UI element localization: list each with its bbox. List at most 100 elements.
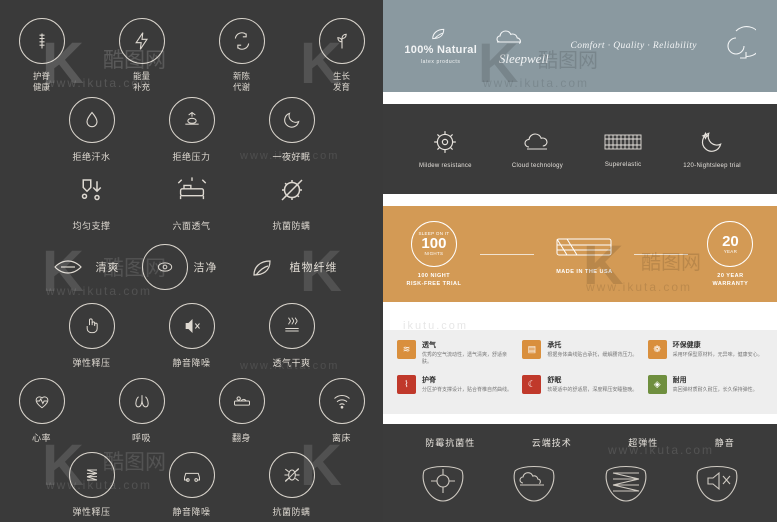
icon-label: 翻身 <box>231 433 251 443</box>
feature-item[interactable]: Superelastic <box>603 130 643 168</box>
feature-item[interactable]: ❁ 环保健康 采用环保型原材料，无异味，健康安心。 <box>647 340 763 369</box>
icon-label: 洁净 <box>193 262 218 274</box>
feature-desc: 高回弹材质耐久耐压，长久保持弹性。 <box>672 387 758 393</box>
feature-item[interactable]: ⌇ 护脊 分区护脊支撑设计，贴合脊椎自然曲线。 <box>397 375 512 404</box>
tagline-block: Comfort · Quality · Reliability <box>571 41 697 51</box>
icon-cell[interactable]: 六面透气 <box>155 168 229 232</box>
icon-cell[interactable]: 一夜好眠 <box>255 97 329 163</box>
icon-cell[interactable]: 呼吸 <box>105 378 179 444</box>
icon-label: 拒绝汗水 <box>72 152 111 162</box>
feature-item[interactable]: Mildew resistance <box>419 129 472 169</box>
feature-item[interactable]: ☾ 舒眠 软硬适中的舒适层，深度释压安睡整晚。 <box>522 375 637 404</box>
clean-icon <box>141 244 188 290</box>
pressure-icon <box>168 97 215 143</box>
warranty-badge[interactable]: 20 YEAR 20 YEAR WARRANTY <box>707 220 754 288</box>
natural-badge: 100% Natural latex products <box>404 27 477 65</box>
turn-over-icon <box>218 378 265 424</box>
icon-cell[interactable]: 洁净 <box>141 244 218 290</box>
left-row-7: 弹性释压 静音降噪 抗菌防螨 <box>0 452 383 518</box>
spring-icon <box>68 452 115 498</box>
icon-cell[interactable]: 静音降噪 <box>155 452 229 518</box>
trial-badge[interactable]: SLEEP ON IT 100 NIGHTS 100 NIGHT RISK-FRE… <box>406 220 462 288</box>
icon-cell[interactable]: 拒绝汗水 <box>55 97 129 163</box>
sketch-icons <box>397 455 763 507</box>
natural-title: 100% Natural <box>404 44 478 56</box>
icon-cell[interactable]: 清爽 <box>46 245 120 289</box>
elastic-pressure-icon <box>68 303 115 349</box>
sketch-title: 云端技术 <box>531 438 572 448</box>
seal-100-nights: SLEEP ON IT 100 NIGHTS <box>410 220 457 267</box>
feature-title: 透气 <box>422 342 436 349</box>
warranty-unit: YEAR <box>723 248 738 254</box>
icon-cell[interactable]: 心率 <box>5 378 79 444</box>
icon-label: 静音降噪 <box>172 507 211 517</box>
icon-cell[interactable]: 弹性释压 <box>55 303 129 369</box>
icon-cell[interactable]: 抗菌防螨 <box>255 168 329 232</box>
divider <box>634 253 689 255</box>
icon-label: 静音降噪 <box>172 358 211 368</box>
mute-icon <box>168 303 215 349</box>
icon-cell[interactable]: 翻身 <box>205 378 279 444</box>
metabolism-icon <box>218 18 265 64</box>
moon-star-icon <box>701 131 722 152</box>
icon-label: 透气干爽 <box>272 358 311 368</box>
feature-title: 承托 <box>547 342 562 349</box>
sleep-icon: ☾ <box>522 375 542 394</box>
icon-cell[interactable]: 植物纤维 <box>240 245 338 289</box>
sketch-title: 超弹性 <box>628 438 659 448</box>
bed-breathable-icon <box>170 168 214 212</box>
icon-label: 抗菌防螨 <box>272 221 311 231</box>
icon-cell[interactable]: 生长 发育 <box>305 18 379 93</box>
icon-label: 拒绝压力 <box>172 152 211 162</box>
icon-label: 护脊 健康 <box>32 71 50 92</box>
brand-logo: Sleepwell <box>496 26 552 67</box>
spine-icon: ⌇ <box>397 375 416 394</box>
feature-item[interactable]: Cloud technology <box>512 129 563 169</box>
feature-item[interactable]: ◈ 耐用 高回弹材质耐久耐压，长久保持弹性。 <box>647 375 763 404</box>
left-panel: 护脊 健康 能量 补充 新陈 代谢 生长 发育 拒绝汗水 拒绝压力 一夜好眠 均… <box>0 0 383 522</box>
icon-cell[interactable]: 拒绝压力 <box>155 97 229 163</box>
icon-label: 呼吸 <box>131 433 151 443</box>
durable-icon: ◈ <box>647 375 667 394</box>
icon-label: 心率 <box>31 433 51 443</box>
feature-item[interactable]: ▤ 承托 根据身体曲线贴合承托，缓解腰背压力。 <box>522 340 637 369</box>
feature-label: Cloud technology <box>511 163 564 169</box>
icon-cell[interactable]: 护脊 健康 <box>5 18 79 93</box>
icon-cell[interactable]: 能量 补充 <box>105 18 179 93</box>
icon-cell[interactable]: 弹性释压 <box>55 452 129 518</box>
page-root: 护脊 健康 能量 补充 新陈 代谢 生长 发育 拒绝汗水 拒绝压力 一夜好眠 均… <box>0 0 777 522</box>
icon-cell[interactable]: 均匀支撑 <box>55 168 129 232</box>
fresh-icon <box>46 245 90 289</box>
icon-cell[interactable]: 新陈 代谢 <box>205 18 279 93</box>
icon-cell[interactable]: 离床 <box>305 378 379 444</box>
icon-cell[interactable]: 透气干爽 <box>255 303 329 369</box>
water-drop-icon <box>68 97 115 143</box>
icon-label: 弹性释压 <box>72 358 111 368</box>
feature-item[interactable]: 120-Nightsleep trial <box>683 129 741 169</box>
icon-cell[interactable]: 静音降噪 <box>155 303 229 369</box>
breathing-icon <box>118 378 165 424</box>
feature-desc: 采用环保型原材料，无异味，健康安心。 <box>672 352 763 358</box>
left-row-3: 均匀支撑 六面透气 抗菌防螨 <box>0 168 383 232</box>
mildew-sketch-icon <box>422 465 464 502</box>
feature-desc: 分区护脊支撑设计，贴合脊椎自然曲线。 <box>422 387 513 393</box>
trial-label: 100 NIGHT RISK-FREE TRIAL <box>406 272 462 287</box>
icon-label: 一夜好眠 <box>272 152 311 162</box>
car-quiet-icon <box>168 452 215 498</box>
spring-sketch-icon <box>605 465 647 502</box>
icon-cell[interactable]: 抗菌防螨 <box>255 452 329 518</box>
feature-desc: 优秀的空气流动性，透气清爽，舒适亲肤。 <box>422 352 508 365</box>
support-icon: ▤ <box>522 340 542 359</box>
feature-item[interactable]: ≋ 透气 优秀的空气流动性，透气清爽，舒适亲肤。 <box>397 340 512 369</box>
cloud-icon <box>524 133 549 150</box>
feature-label: Superelastic <box>604 162 642 168</box>
made-in-usa-badge[interactable]: MADE IN THE USA <box>553 233 615 276</box>
natural-sub: latex products <box>420 59 461 65</box>
icon-label: 均匀支撑 <box>72 221 111 231</box>
sketch-title: 防霉抗菌性 <box>425 438 476 448</box>
made-in-usa-label: MADE IN THE USA <box>556 268 613 275</box>
icon-label: 植物纤维 <box>289 262 338 274</box>
warranty-label: 20 YEAR WARRANTY <box>712 272 749 287</box>
divider <box>480 253 535 255</box>
icon-label: 新陈 代谢 <box>232 71 250 92</box>
